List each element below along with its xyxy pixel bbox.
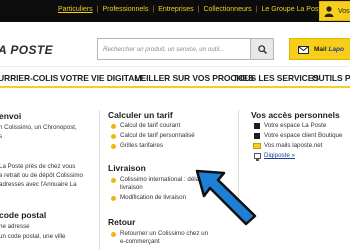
nav-tous-services[interactable]: TOUS LES SERVICES [233, 73, 319, 83]
account-label: Vos [338, 8, 350, 15]
envoi-text-line[interactable]: n Colissimo, un Chronopost, [0, 124, 77, 133]
bureau-text-line[interactable]: e retrait ou de dépôt Colissimo [0, 172, 83, 181]
envelope-icon [253, 143, 261, 149]
bullet-icon [111, 196, 116, 201]
account-square-icon [254, 133, 260, 139]
bureau-text-line[interactable]: adresses avec l'Annuaire La [0, 181, 77, 190]
envoi-heading: envoi [0, 111, 22, 121]
espace-boutique-link[interactable]: Votre espace client Boutique [254, 132, 342, 141]
monitor-icon [254, 153, 261, 161]
dropdown-panel: envoi n Colissimo, un Chronopost, s La P… [0, 88, 350, 250]
nav-courrier-colis[interactable]: URRIER-COLIS [0, 73, 58, 83]
acces-personnels-heading: Vos accès personnels [251, 110, 340, 120]
digiposte-link[interactable]: Digiposte » [254, 152, 295, 161]
bureau-text-line[interactable]: La Poste près de chez vous [0, 163, 75, 172]
bullet-icon [111, 232, 116, 237]
main-nav: URRIER-COLIS VOTRE VIE DIGITALE VEILLER … [0, 66, 350, 88]
account-button[interactable]: Vos [319, 1, 350, 21]
nav-separator: | [152, 6, 155, 13]
calcul-tarif-courant-link[interactable]: Calcul de tarif courant [111, 122, 180, 131]
account-square-icon [254, 123, 260, 129]
nav-collectionneurs[interactable]: Collectionneurs [203, 6, 251, 13]
modification-livraison-link[interactable]: Modification de livraison [111, 194, 186, 203]
retourner-colissimo-link-cont[interactable]: e-commerçant [120, 238, 160, 247]
bullet-icon [111, 134, 116, 139]
colissimo-international-link-cont[interactable]: livraison [120, 184, 143, 193]
nav-separator: | [96, 6, 99, 13]
user-icon [324, 6, 334, 17]
nav-entreprises[interactable]: Entreprises [158, 6, 193, 13]
nav-separator: | [255, 6, 258, 13]
search-input[interactable]: Rechercher un produit, un service, un ou… [97, 38, 250, 60]
top-bar: Particuliers | Professionnels | Entrepri… [0, 0, 350, 22]
pointer-arrow-icon [195, 169, 257, 226]
mails-laposte-link[interactable]: Vos mails laposte.net [253, 142, 322, 151]
mail-laposte-button[interactable]: Mail Lapo [289, 38, 350, 60]
nav-professionnels[interactable]: Professionnels [102, 6, 148, 13]
nav-groupe-la-poste[interactable]: Le Groupe La Poste [262, 6, 325, 13]
audience-nav: Particuliers | Professionnels | Entrepri… [58, 6, 334, 13]
code-postal-text-line[interactable]: un code postal, une ville [0, 233, 65, 242]
calculer-tarif-heading: Calculer un tarif [108, 110, 173, 120]
bullet-icon [111, 178, 116, 183]
retour-heading: Retour [108, 217, 136, 227]
nav-outils-pratiques[interactable]: OUTILS PRAT [312, 73, 350, 83]
livraison-heading: Livraison [108, 163, 146, 173]
envoi-text-line[interactable]: s [0, 133, 2, 142]
calcul-tarif-personnalise-link[interactable]: Calcul de tarif personnalisé [111, 132, 195, 141]
bullet-icon [111, 144, 116, 149]
nav-vie-digitale[interactable]: VOTRE VIE DIGITALE [60, 73, 145, 83]
search-button[interactable] [250, 38, 274, 60]
grilles-tarifaires-link[interactable]: Grilles tarifaires [111, 142, 163, 151]
column-divider [99, 110, 100, 250]
espace-la-poste-link[interactable]: Votre espace La Poste [254, 122, 326, 131]
nav-separator: | [197, 6, 200, 13]
bullet-icon [111, 124, 116, 129]
envelope-icon [298, 46, 309, 54]
code-postal-heading: code postal [0, 210, 47, 220]
code-postal-text-line[interactable]: ne adresse [0, 223, 30, 232]
mail-label: Mail Lapo [314, 46, 344, 53]
la-poste-logo[interactable]: A POSTE [0, 43, 53, 57]
search-icon [258, 45, 267, 54]
nav-particuliers[interactable]: Particuliers [58, 6, 93, 13]
